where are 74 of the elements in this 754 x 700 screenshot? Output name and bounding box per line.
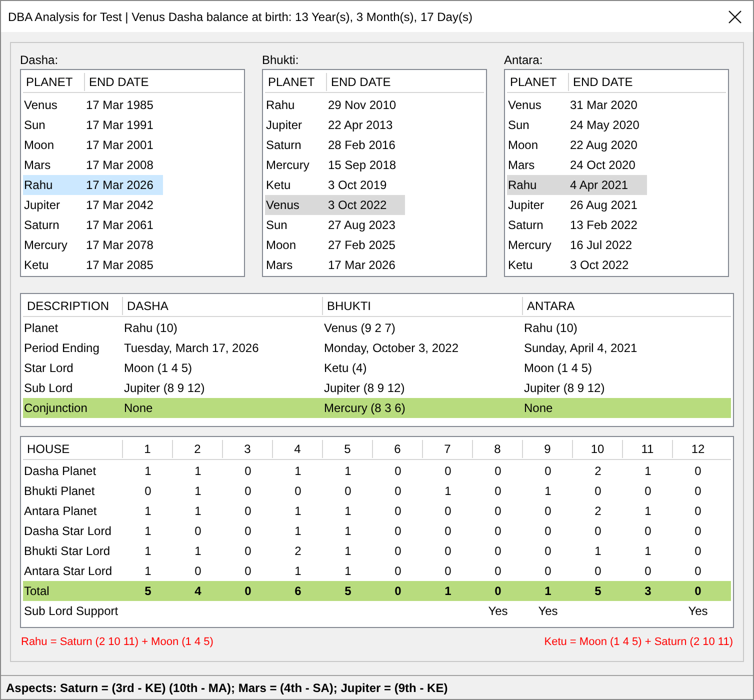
column-header[interactable]: PLANET — [507, 72, 569, 90]
table-row-text: Bhukti Planet 0 1 0 0 0 0 1 0 1 0 0 0 — [23, 483, 702, 500]
list-row[interactable]: Ketu 3 Oct 2019 — [265, 175, 405, 195]
column-header[interactable]: 8 — [473, 440, 523, 458]
table-row-text: Dasha Planet 1 1 0 1 1 0 0 0 0 2 1 0 — [23, 463, 702, 480]
list-row[interactable]: Mercury 15 Sep 2018 — [265, 155, 405, 175]
list-row[interactable]: Mars 17 Mar 2008 — [23, 155, 163, 175]
column-header[interactable]: 11 — [623, 440, 673, 458]
list-row[interactable]: Jupiter 26 Aug 2021 — [507, 195, 647, 215]
list-row[interactable]: Venus 3 Oct 2022 — [265, 195, 405, 215]
column-header[interactable]: END DATE — [85, 72, 149, 90]
table-row: Total 5 4 0 6 5 0 1 0 1 5 3 0 — [23, 581, 731, 601]
table-row: Conjunction None Mercury (8 3 6) None — [23, 398, 731, 418]
table-row-text: Star Lord Moon (1 4 5) Ketu (4) Moon (1 4 5) — [23, 360, 594, 377]
window-title: DBA Analysis for Test | Venus Dasha balance at birth: 13 Year(s), 3 Month(s), 17 Day(s) — [8, 8, 472, 26]
list-row[interactable]: Mars 17 Mar 2026 — [265, 255, 405, 275]
list-row[interactable]: Venus 17 Mar 1985 — [23, 95, 163, 115]
list-label: Dasha: — [20, 52, 60, 68]
column-header[interactable]: 2 — [173, 440, 223, 458]
list-row[interactable]: Ketu 3 Oct 2022 — [507, 255, 647, 275]
table-row-text: Dasha Star Lord 1 0 0 1 1 0 0 0 0 0 0 0 — [23, 523, 702, 540]
table-row-text: Antara Planet 1 1 0 1 1 0 0 0 0 2 1 0 — [23, 503, 702, 520]
note-text: Rahu = Saturn (2 10 11) + Moon (1 4 5) — [21, 635, 214, 650]
planet-list[interactable]: PLANET END DATE Rahu 29 Nov 2010 Jupiter 22 Apr 2013 Saturn 28 Feb 2016 Mercury 15 Sep 2018 Ketu 3 Oct 2019 Venus 3 Oct 2022 Sun 27 Aug 2023 Moon 27 Feb 2025 Mars 17 Mar 2026 — [262, 69, 487, 277]
list-row[interactable]: Rahu 4 Apr 2021 — [507, 175, 647, 195]
column-header[interactable]: PLANET — [265, 72, 327, 90]
close-icon[interactable] — [728, 10, 742, 24]
column-header[interactable]: 4 — [273, 440, 323, 458]
column-header[interactable]: DASHA — [123, 296, 323, 314]
list-row[interactable]: Venus 31 Mar 2020 — [507, 95, 647, 115]
list-row[interactable]: Sun 24 May 2020 — [507, 115, 647, 135]
column-header[interactable]: 10 — [573, 440, 623, 458]
column-header[interactable]: DESCRIPTION — [23, 296, 123, 314]
list-row[interactable]: Mercury 17 Mar 2078 — [23, 235, 163, 255]
status-bar: Aspects: Saturn = (3rd - KE) (10th - MA); Mars = (4th - SA); Jupiter = (9th - KE) — [1, 675, 753, 699]
column-header[interactable]: ANTARA — [523, 296, 723, 314]
list-row[interactable]: Saturn 13 Feb 2022 — [507, 215, 647, 235]
list-row[interactable]: Rahu 17 Mar 2026 — [23, 175, 163, 195]
list-row[interactable]: Jupiter 22 Apr 2013 — [265, 115, 405, 135]
table-row-text: Period Ending Tuesday, March 17, 2026 Monday, October 3, 2022 Sunday, April 4, 2021 — [23, 340, 638, 357]
column-header[interactable]: 7 — [423, 440, 473, 458]
list-row[interactable]: Moon 17 Mar 2001 — [23, 135, 163, 155]
note-text: Ketu = Moon (1 4 5) + Saturn (2 10 11) — [544, 635, 733, 650]
column-header[interactable]: 6 — [373, 440, 423, 458]
list-row[interactable]: Saturn 17 Mar 2061 — [23, 215, 163, 235]
list-row[interactable]: Mars 24 Oct 2020 — [507, 155, 647, 175]
list-row[interactable]: Saturn 28 Feb 2016 — [265, 135, 405, 155]
list-label: Antara: — [504, 52, 544, 68]
column-header[interactable]: 1 — [123, 440, 173, 458]
table-row-text: Sub Lord Jupiter (8 9 12) Jupiter (8 9 12) Jupiter (8 9 12) — [23, 380, 606, 397]
list-row[interactable]: Jupiter 17 Mar 2042 — [23, 195, 163, 215]
table-row-text: Bhukti Star Lord 1 1 0 2 1 0 0 0 0 1 1 0 — [23, 543, 702, 560]
table-row-text: Antara Star Lord 1 0 0 1 1 0 0 0 0 0 0 0 — [23, 563, 702, 580]
list-row[interactable]: Rahu 29 Nov 2010 — [265, 95, 405, 115]
table-row-text: Sub Lord Support Yes Yes Yes — [23, 603, 709, 620]
list-row[interactable]: Mercury 16 Jul 2022 — [507, 235, 647, 255]
column-header[interactable]: END DATE — [327, 72, 391, 90]
column-header[interactable]: END DATE — [569, 72, 633, 90]
planet-list[interactable]: PLANET END DATE Venus 17 Mar 1985 Sun 17 Mar 1991 Moon 17 Mar 2001 Mars 17 Mar 2008 Rahu 17 Mar 2026 Jupiter 17 Mar 2042 Saturn 17 Mar 2061 Mercury 17 Mar 2078 Ketu 17 Mar 2085 — [20, 69, 245, 277]
table-row-text: Planet Rahu (10) Venus (9 2 7) Rahu (10) — [23, 320, 578, 337]
list-label: Bhukti: — [262, 52, 300, 68]
list-row[interactable]: Ketu 17 Mar 2085 — [23, 255, 163, 275]
column-header[interactable]: HOUSE — [23, 440, 123, 458]
column-header[interactable]: PLANET — [23, 72, 85, 90]
column-header[interactable]: 12 — [673, 440, 723, 458]
column-header[interactable]: 3 — [223, 440, 273, 458]
column-header[interactable]: 9 — [523, 440, 573, 458]
list-row[interactable]: Moon 27 Feb 2025 — [265, 235, 405, 255]
column-header[interactable]: BHUKTI — [323, 296, 523, 314]
column-header[interactable]: 5 — [323, 440, 373, 458]
planet-list[interactable]: PLANET END DATE Venus 31 Mar 2020 Sun 24 May 2020 Moon 22 Aug 2020 Mars 24 Oct 2020 Rahu 4 Apr 2021 Jupiter 26 Aug 2021 Saturn 13 Feb 2022 Mercury 16 Jul 2022 Ketu 3 Oct 2022 — [504, 69, 729, 277]
list-row[interactable]: Sun 17 Mar 1991 — [23, 115, 163, 135]
list-row[interactable]: Sun 27 Aug 2023 — [265, 215, 405, 235]
list-row[interactable]: Moon 22 Aug 2020 — [507, 135, 647, 155]
